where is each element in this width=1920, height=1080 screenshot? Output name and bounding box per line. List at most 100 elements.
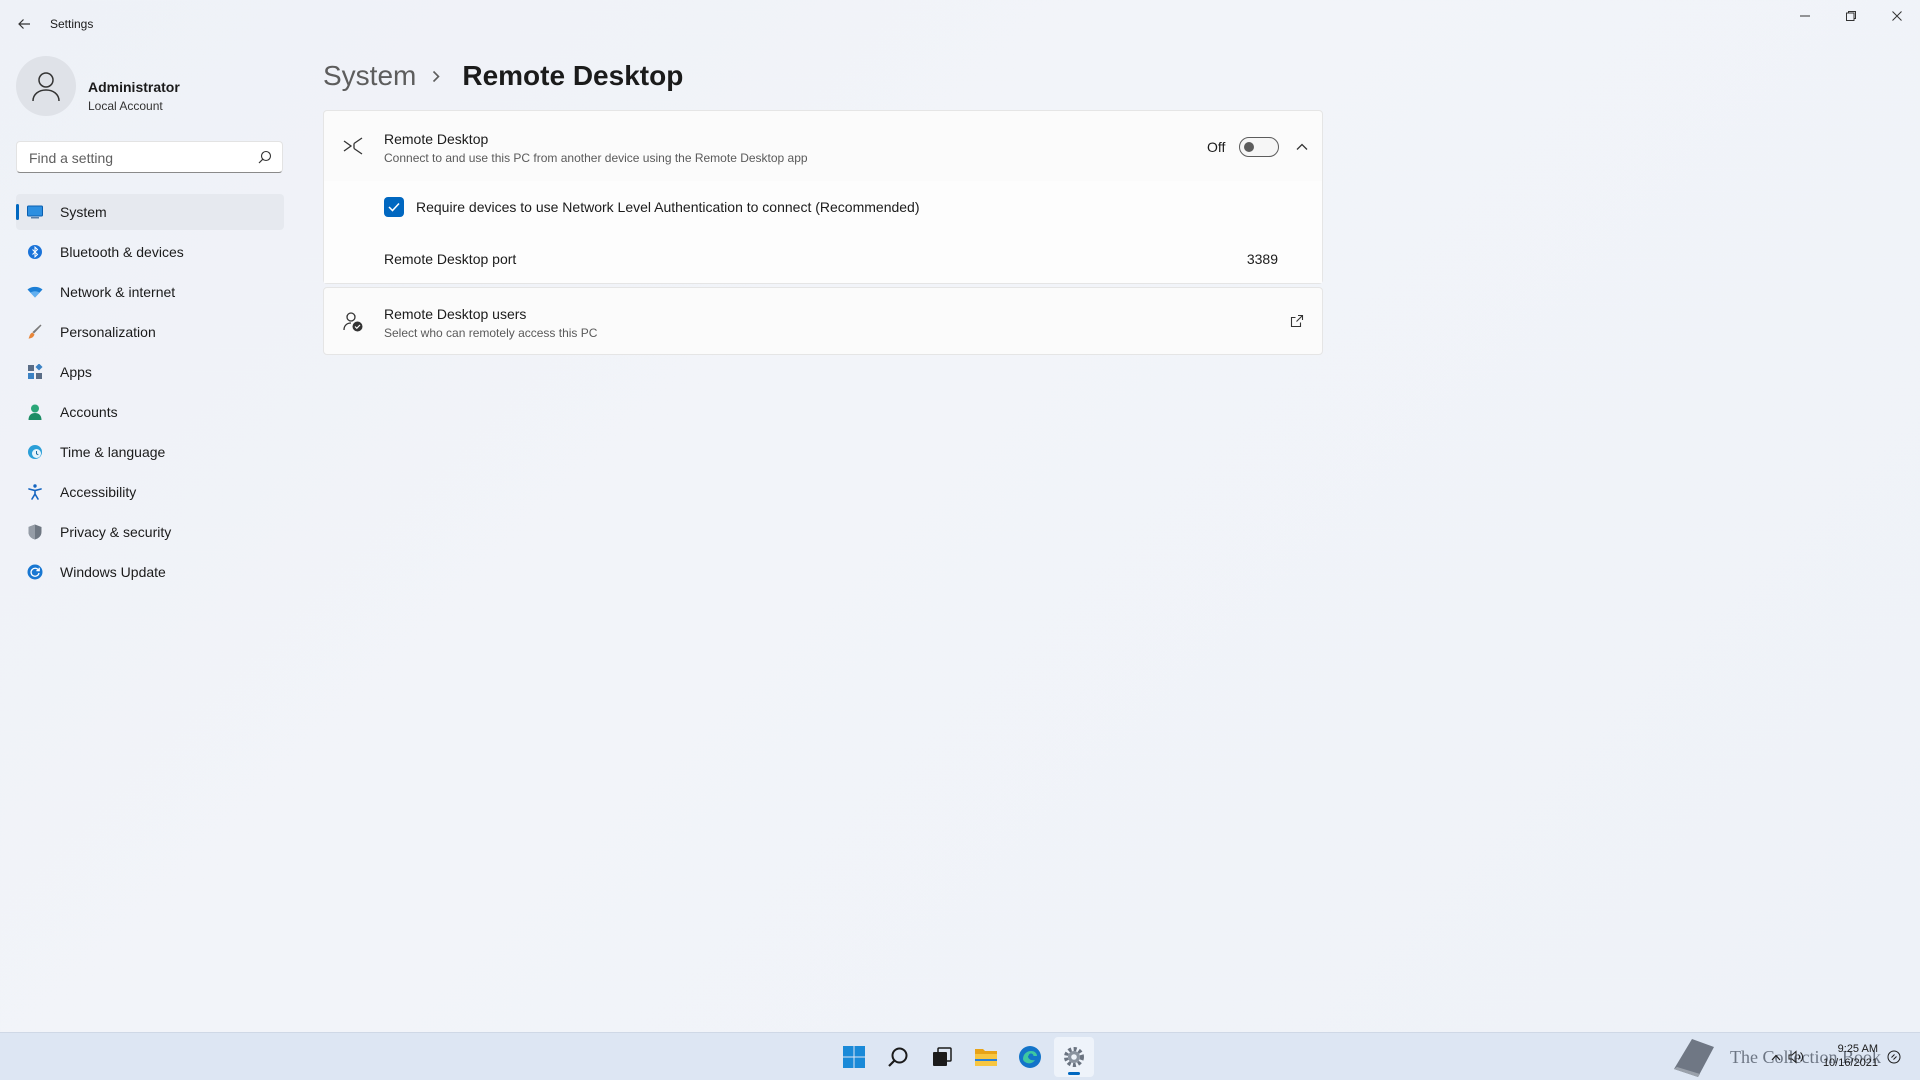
port-row: Remote Desktop port 3389 — [324, 232, 1322, 283]
notifications-button[interactable] — [1884, 1047, 1904, 1067]
avatar — [16, 56, 76, 116]
port-value: 3389 — [1246, 251, 1278, 267]
user-check-icon — [343, 312, 363, 332]
chevron-right-icon — [432, 69, 444, 83]
sidebar-item-label: Windows Update — [60, 564, 166, 580]
brush-icon — [27, 324, 43, 340]
sidebar: Administrator Local Account System Bluet… — [0, 48, 300, 1018]
bluetooth-icon — [27, 244, 43, 260]
breadcrumb-system-link[interactable]: System — [323, 60, 416, 92]
sidebar-item-system[interactable]: System — [16, 194, 284, 230]
close-icon — [1892, 11, 1902, 21]
refresh-icon — [27, 564, 43, 580]
sidebar-item-label: System — [60, 204, 107, 220]
nla-label[interactable]: Require devices to use Network Level Aut… — [416, 199, 920, 215]
person-icon — [27, 404, 43, 420]
person-icon — [32, 72, 60, 102]
minimize-button[interactable] — [1782, 0, 1828, 32]
wifi-icon — [27, 284, 43, 300]
accessibility-icon — [27, 484, 43, 500]
sidebar-item-label: Bluetooth & devices — [60, 244, 184, 260]
notification-icon — [1887, 1050, 1901, 1064]
remote-users-description: Select who can remotely access this PC — [384, 326, 598, 340]
checkmark-icon — [388, 202, 400, 212]
remote-desktop-header[interactable]: Remote Desktop Connect to and use this P… — [324, 111, 1322, 182]
back-button[interactable] — [10, 10, 38, 38]
search-input[interactable] — [27, 148, 251, 168]
sidebar-item-bluetooth[interactable]: Bluetooth & devices — [16, 234, 284, 270]
collapse-button[interactable] — [1290, 135, 1314, 159]
toggle-state-label: Off — [1207, 139, 1226, 155]
sidebar-nav: System Bluetooth & devices Network & int… — [16, 194, 284, 594]
remote-desktop-users-card[interactable]: Remote Desktop users Select who can remo… — [323, 287, 1323, 355]
nla-row: Require devices to use Network Level Aut… — [324, 181, 1322, 233]
close-button[interactable] — [1874, 0, 1920, 32]
sidebar-item-personalization[interactable]: Personalization — [16, 314, 284, 350]
sidebar-item-apps[interactable]: Apps — [16, 354, 284, 390]
edge-button[interactable] — [1010, 1037, 1050, 1077]
window-controls — [1782, 0, 1920, 32]
shield-icon — [27, 524, 43, 540]
open-external-button[interactable] — [1288, 312, 1306, 330]
taskbar: The Collection Book 9:25 AM 10/16/2021 — [0, 1032, 1920, 1080]
user-name: Administrator — [88, 79, 180, 95]
search-icon[interactable] — [258, 150, 272, 164]
sidebar-item-label: Personalization — [60, 324, 156, 340]
system-tray — [1766, 1033, 1806, 1080]
external-link-icon — [1290, 314, 1304, 328]
breadcrumb: System Remote Desktop — [323, 56, 683, 96]
sidebar-item-label: Privacy & security — [60, 524, 172, 540]
volume-button[interactable] — [1786, 1047, 1806, 1067]
taskbar-search-button[interactable] — [878, 1037, 918, 1077]
clock-time: 9:25 AM — [1837, 1043, 1878, 1055]
arrow-left-icon — [18, 19, 30, 29]
taskbar-clock[interactable]: 9:25 AM 10/16/2021 — [1820, 1042, 1878, 1070]
remote-desktop-toggle[interactable] — [1239, 137, 1279, 157]
sidebar-item-network[interactable]: Network & internet — [16, 274, 284, 310]
sidebar-item-label: Accessibility — [60, 484, 137, 500]
remote-desktop-description: Connect to and use this PC from another … — [384, 151, 808, 165]
edge-icon — [1019, 1046, 1041, 1068]
sidebar-item-privacy[interactable]: Privacy & security — [16, 514, 284, 550]
restore-icon — [1846, 11, 1856, 21]
sidebar-item-time-language[interactable]: Time & language — [16, 434, 284, 470]
remote-desktop-card: Remote Desktop Connect to and use this P… — [323, 110, 1323, 284]
remote-desktop-icon — [343, 137, 363, 155]
sidebar-item-accessibility[interactable]: Accessibility — [16, 474, 284, 510]
settings-taskbar-button[interactable] — [1054, 1037, 1094, 1077]
account-type: Local Account — [88, 99, 163, 113]
taskbar-apps — [834, 1037, 1094, 1077]
restore-button[interactable] — [1828, 0, 1874, 32]
page-title: Remote Desktop — [462, 60, 684, 91]
user-profile[interactable]: Administrator Local Account — [16, 56, 286, 120]
sidebar-item-label: Accounts — [60, 404, 118, 420]
search-box — [16, 141, 283, 173]
sidebar-item-label: Apps — [60, 364, 92, 380]
port-label: Remote Desktop port — [384, 251, 517, 267]
sidebar-item-windows-update[interactable]: Windows Update — [16, 554, 284, 590]
start-button[interactable] — [834, 1037, 874, 1077]
task-view-button[interactable] — [922, 1037, 962, 1077]
book-logo-icon — [1674, 1039, 1714, 1077]
minimize-icon — [1800, 15, 1810, 17]
chevron-up-icon — [1296, 143, 1308, 150]
toggle-knob — [1244, 142, 1254, 152]
sidebar-item-label: Network & internet — [60, 284, 176, 300]
file-explorer-icon — [975, 1049, 997, 1066]
sidebar-item-label: Time & language — [60, 444, 166, 460]
sidebar-item-accounts[interactable]: Accounts — [16, 394, 284, 430]
show-hidden-icons-button[interactable] — [1766, 1047, 1786, 1067]
file-explorer-button[interactable] — [966, 1037, 1006, 1077]
apps-icon — [27, 364, 43, 380]
title-bar: Settings — [0, 0, 1920, 48]
settings-gear-icon — [1064, 1047, 1084, 1067]
nla-checkbox[interactable] — [384, 197, 404, 217]
clock-date: 10/16/2021 — [1822, 1057, 1878, 1069]
search-icon — [888, 1047, 908, 1067]
remote-desktop-title: Remote Desktop — [384, 131, 489, 147]
windows-start-icon — [843, 1046, 865, 1068]
globe-clock-icon — [27, 444, 43, 460]
task-view-icon — [933, 1047, 952, 1066]
app-title: Settings — [50, 17, 94, 31]
remote-users-title: Remote Desktop users — [384, 306, 527, 322]
